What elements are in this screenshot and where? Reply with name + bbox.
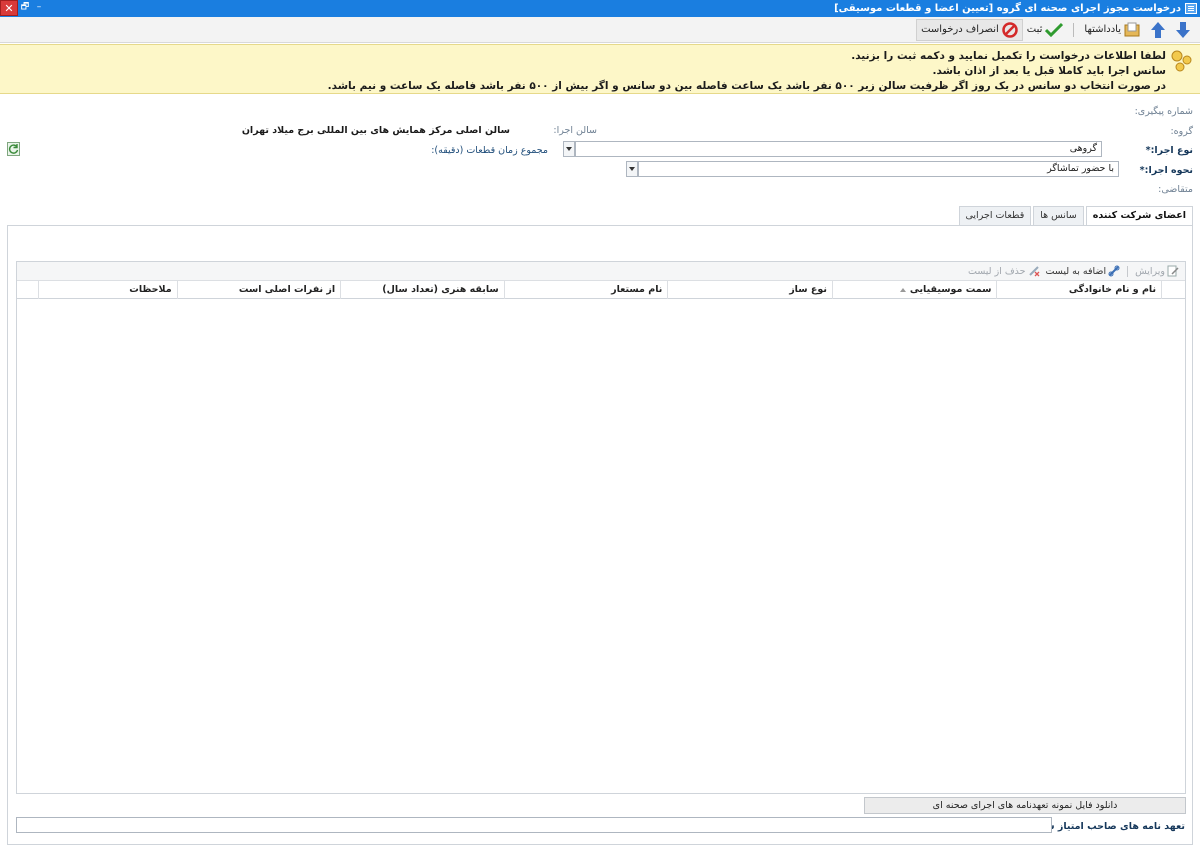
delete-label: حذف از لیست bbox=[968, 265, 1026, 277]
info-bubbles-icon bbox=[1170, 49, 1194, 73]
commitment-file-input[interactable] bbox=[16, 817, 1052, 833]
column-header-alias[interactable]: نام مستعار bbox=[503, 281, 668, 299]
column-header-notes[interactable]: ملاحظات bbox=[37, 281, 177, 299]
arrow-up-icon[interactable] bbox=[1147, 19, 1169, 41]
download-template-button[interactable]: دانلود فایل نمونه تعهدنامه های اجرای صحن… bbox=[864, 797, 1186, 814]
row-selector-header bbox=[1161, 281, 1185, 299]
arrow-down-icon[interactable] bbox=[1172, 19, 1194, 41]
perf-type-label: نوع اجرا:* bbox=[1145, 145, 1193, 156]
request-form: شماره پیگیری: گروه: سالن اجرا: سالن اصلی… bbox=[0, 94, 1200, 206]
minimize-icon[interactable]: – bbox=[32, 0, 46, 16]
window-title: درخواست مجوز اجرای صحنه ای گروه [تعیین ا… bbox=[834, 3, 1181, 14]
edit-icon bbox=[1167, 265, 1179, 277]
group-label: گروه: bbox=[1170, 126, 1193, 137]
refresh-icon[interactable] bbox=[7, 142, 20, 156]
tab-members[interactable]: اعضای شرکت کننده bbox=[1085, 206, 1193, 226]
delete-from-list-button[interactable]: حذف از لیست bbox=[965, 265, 1043, 277]
column-header-experience[interactable]: سابقه هنری (تعداد سال) bbox=[340, 281, 504, 299]
restore-icon[interactable]: 🗗 bbox=[18, 0, 32, 16]
perf-mode-label: نحوه اجرا:* bbox=[1139, 165, 1193, 176]
tracking-label: شماره پیگیری: bbox=[1134, 106, 1193, 117]
folder-note-icon bbox=[1124, 22, 1140, 37]
hall-value: سالن اصلی مرکز همایش های بین المللی برج … bbox=[241, 125, 510, 136]
applicant-label: متقاضی: bbox=[1158, 184, 1193, 195]
add-label: اضافه به لیست bbox=[1045, 265, 1107, 277]
submit-button[interactable]: ثبت bbox=[1023, 19, 1068, 41]
total-time-label: مجموع زمان قطعات (دقیقه): bbox=[431, 145, 548, 156]
hall-label: سالن اجرا: bbox=[553, 125, 597, 136]
notice-line: در صورت انتخاب دو سانس در یک روز اگر ظرف… bbox=[327, 80, 1166, 92]
notice-line: لطفا اطلاعات درخواست را تکمیل نمایید و د… bbox=[851, 50, 1166, 62]
notice-banner: لطفا اطلاعات درخواست را تکمیل نمایید و د… bbox=[0, 44, 1200, 94]
cancel-request-button[interactable]: انصراف درخواست bbox=[916, 18, 1023, 41]
toolbar-separator bbox=[1073, 22, 1075, 37]
members-tab-panel: ویرایش اضافه به لیست حذف از لیست نام و ن… bbox=[7, 225, 1193, 845]
column-header-main-member[interactable]: از نفرات اصلی است bbox=[176, 281, 341, 299]
perf-type-input[interactable]: گروهی bbox=[575, 141, 1102, 157]
edit-label: ویرایش bbox=[1135, 265, 1165, 277]
cancel-icon bbox=[1002, 21, 1018, 38]
column-header-role[interactable]: سمت موسیقیایی bbox=[831, 281, 997, 299]
submit-label: ثبت bbox=[1026, 24, 1043, 35]
grid-toolbar-separator bbox=[1127, 265, 1129, 277]
perf-type-value: گروهی bbox=[1069, 143, 1097, 154]
add-to-list-button[interactable]: اضافه به لیست bbox=[1043, 265, 1124, 277]
column-header-instrument[interactable]: نوع ساز bbox=[667, 281, 832, 299]
grid-header: نام و نام خانوادگی سمت موسیقیایی نوع ساز… bbox=[17, 281, 1185, 299]
tab-strip: اعضای شرکت کننده سانس ها قطعات اجرایی bbox=[957, 206, 1193, 226]
title-bar: درخواست مجوز اجرای صحنه ای گروه [تعیین ا… bbox=[0, 0, 1200, 17]
sort-asc-icon bbox=[899, 287, 906, 292]
members-grid: ویرایش اضافه به لیست حذف از لیست نام و ن… bbox=[16, 261, 1186, 794]
notes-label: یادداشتها bbox=[1084, 24, 1121, 35]
window-controls: ✕ 🗗 – bbox=[0, 0, 46, 17]
notice-line: سانس اجرا باید کاملا قبل یا بعد از اذان … bbox=[932, 65, 1166, 77]
perf-mode-dropdown-icon[interactable] bbox=[626, 161, 638, 177]
column-header-role-label: سمت موسیقیایی bbox=[909, 284, 992, 295]
column-header-filler bbox=[17, 281, 38, 299]
add-link-icon bbox=[1108, 265, 1120, 277]
grid-toolbar: ویرایش اضافه به لیست حذف از لیست bbox=[17, 262, 1185, 281]
tab-sessions[interactable]: سانس ها bbox=[1033, 206, 1084, 225]
notice-text: لطفا اطلاعات درخواست را تکمیل نمایید و د… bbox=[328, 49, 1166, 94]
main-toolbar: یادداشتها ثبت انصراف درخواست bbox=[0, 17, 1200, 43]
perf-type-dropdown-icon[interactable] bbox=[563, 141, 575, 157]
tab-pieces[interactable]: قطعات اجرایی bbox=[958, 206, 1032, 225]
perf-mode-input[interactable]: با حضور تماشاگر bbox=[638, 161, 1119, 177]
check-icon bbox=[1045, 22, 1064, 37]
window-icon bbox=[1185, 3, 1197, 14]
column-header-fullname[interactable]: نام و نام خانوادگی bbox=[996, 281, 1161, 299]
close-icon[interactable]: ✕ bbox=[0, 0, 18, 16]
delete-link-icon bbox=[1028, 265, 1040, 277]
edit-button[interactable]: ویرایش bbox=[1132, 265, 1182, 277]
cancel-label: انصراف درخواست bbox=[921, 24, 999, 35]
perf-mode-value: با حضور تماشاگر bbox=[1047, 163, 1114, 174]
notes-button[interactable]: یادداشتها bbox=[1080, 19, 1144, 41]
